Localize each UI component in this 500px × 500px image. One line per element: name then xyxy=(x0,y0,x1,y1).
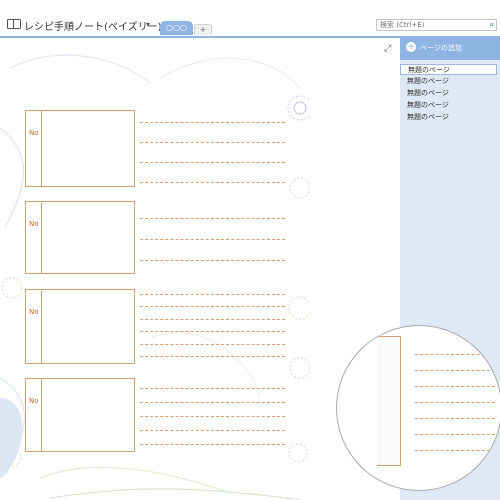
step-number-label: No xyxy=(29,129,39,137)
zoomed-note-line xyxy=(415,354,495,355)
tab-section[interactable]: ○○○ xyxy=(160,21,193,35)
notebook-title[interactable]: レシピ手順ノート(ペイズリー) xyxy=(24,18,162,33)
note-line[interactable] xyxy=(140,162,285,163)
page-list-item[interactable]: 無題のページ xyxy=(400,100,497,111)
chevron-down-icon[interactable]: ▾ xyxy=(146,20,150,29)
recipe-step-box[interactable]: No xyxy=(25,289,135,364)
note-line[interactable] xyxy=(140,388,285,389)
note-line[interactable] xyxy=(140,402,285,403)
recipe-step-box[interactable]: No xyxy=(25,201,135,274)
note-line[interactable] xyxy=(140,331,285,332)
note-line[interactable] xyxy=(140,218,285,219)
search-input[interactable] xyxy=(377,20,480,30)
note-line[interactable] xyxy=(140,430,285,431)
note-line[interactable] xyxy=(140,182,285,183)
add-section-tab[interactable]: + xyxy=(194,24,212,35)
note-line[interactable] xyxy=(140,319,285,320)
zoomed-note-line xyxy=(415,370,495,371)
zoomed-recipe-box xyxy=(377,336,401,466)
step-number-label: No xyxy=(29,397,39,405)
search-icon[interactable]: ⌕ xyxy=(490,20,494,30)
zoomed-note-line xyxy=(415,418,495,419)
page-list-item[interactable]: 無題のページ xyxy=(400,76,497,87)
page-list-item[interactable]: 無題のページ xyxy=(400,64,497,75)
zoomed-note-line xyxy=(415,402,495,403)
title-bar: レシピ手順ノート(ペイズリー) ▾ ○○○ + ⌕ xyxy=(0,0,500,36)
add-page-button[interactable]: + ページの追加 xyxy=(400,38,500,60)
zoomed-note-line xyxy=(415,450,495,451)
note-line[interactable] xyxy=(140,344,285,345)
step-number-label: No xyxy=(29,220,39,228)
page-list-item[interactable]: 無題のページ xyxy=(400,88,497,99)
note-line[interactable] xyxy=(140,239,285,240)
search-box[interactable]: ⌕ xyxy=(376,19,497,31)
divider xyxy=(41,202,42,273)
note-line[interactable] xyxy=(140,142,285,143)
zoom-preview xyxy=(336,325,500,491)
zoomed-note-line xyxy=(415,386,495,387)
plus-icon: + xyxy=(406,42,416,52)
recipe-step-box[interactable]: No xyxy=(25,378,135,452)
divider xyxy=(41,379,42,451)
page-list-item[interactable]: 無題のページ xyxy=(400,112,497,123)
step-number-label: No xyxy=(29,308,39,316)
expand-icon[interactable]: ⤢ xyxy=(384,44,391,54)
notebook-icon[interactable] xyxy=(7,19,21,29)
note-line[interactable] xyxy=(140,260,285,261)
note-line[interactable] xyxy=(140,444,285,445)
note-line[interactable] xyxy=(140,294,285,295)
recipe-step-box[interactable]: No xyxy=(25,110,135,187)
divider xyxy=(41,290,42,363)
note-line[interactable] xyxy=(140,416,285,417)
note-line[interactable] xyxy=(140,356,285,357)
zoomed-note-line xyxy=(415,434,495,435)
add-page-label: ページの追加 xyxy=(420,44,462,52)
divider xyxy=(41,111,42,186)
note-line[interactable] xyxy=(140,306,285,307)
note-line[interactable] xyxy=(140,122,285,123)
